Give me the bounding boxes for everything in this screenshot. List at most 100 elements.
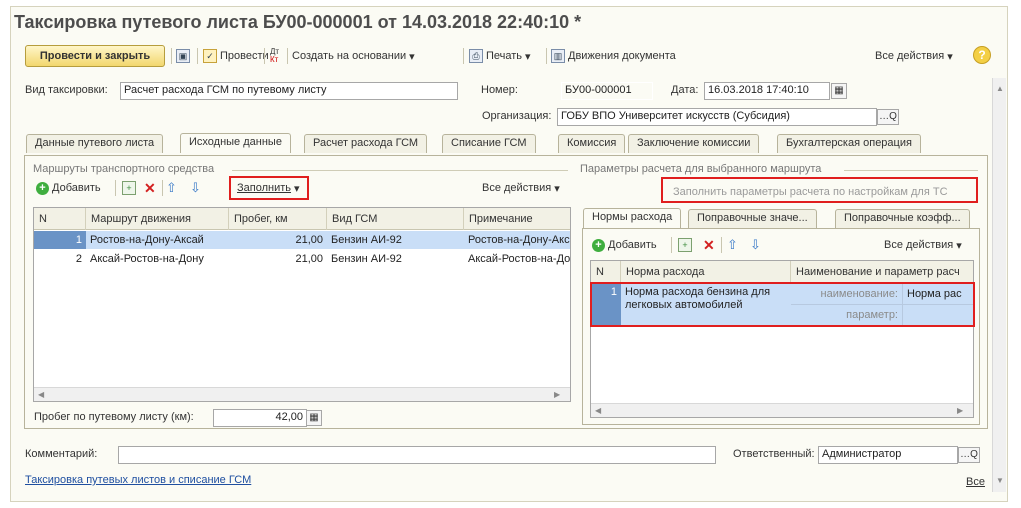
organization-field[interactable]: ГОБУ ВПО Университет искусств (Субсидия) [557,108,877,126]
comment-field[interactable] [118,446,716,464]
params-move-up-button[interactable]: ⇧ [727,236,738,254]
print-button[interactable]: ⎙ Печать ▾ [469,47,531,65]
total-mileage-field[interactable]: 42,00 [213,409,307,427]
subtab-consumption-norms[interactable]: Нормы расхода [583,208,682,228]
column-header[interactable]: Вид ГСМ [327,208,464,230]
fuel-writeoff-link[interactable]: Таксировка путевых листов и списание ГСМ [25,474,251,486]
tab-commission[interactable]: Комиссия [558,134,626,153]
scroll-left-icon[interactable]: ◀ [38,390,44,399]
scroll-down-icon[interactable]: ▼ [996,476,1004,485]
arrow-up-icon: ⇧ [727,237,738,252]
toolbar-separator [721,237,722,253]
arrow-down-icon: ⇩ [190,180,201,195]
subtab-correction-coeffs[interactable]: Поправочные коэфф... [835,209,970,228]
debit-credit-button[interactable]: Дт Кт [270,47,279,65]
save-button[interactable]: ▣ [176,47,190,65]
post-icon: ✓ [203,49,217,63]
routes-copy-button[interactable]: + [122,179,136,197]
number-label: Номер: [481,84,518,96]
toolbar-separator [463,48,464,64]
table-row[interactable]: 2 Аксай-Ростов-на-Дону 21,00 Бензин АИ-9… [34,250,570,268]
routes-delete-button[interactable]: ✕ [144,179,156,197]
scroll-up-icon[interactable]: ▲ [996,84,1004,93]
column-header[interactable]: Примечание [464,208,570,230]
chevron-down-icon: ▾ [554,182,560,195]
calendar-icon[interactable]: ▦ [831,83,847,99]
params-delete-button[interactable]: ✕ [703,236,715,254]
params-group-title: Параметры расчета для выбранного маршрут… [580,163,822,175]
type-field[interactable]: Расчет расхода ГСМ по путевому листу [120,82,458,100]
scroll-left-icon[interactable]: ◀ [595,406,601,415]
params-all-actions-button[interactable]: Все действия ▾ [884,236,962,254]
plus-icon: + [36,181,49,195]
window-title: Таксировка путевого листа БУ00-000001 от… [14,12,582,32]
document-movements-button[interactable]: ▥ Движения документа [551,47,676,65]
routes-move-down-button[interactable]: ⇩ [190,179,201,197]
column-header[interactable]: Пробег, км [229,208,327,230]
chevron-down-icon: ▾ [956,239,962,252]
responsible-label: Ответственный: [733,448,815,460]
tab-commission-conclusion[interactable]: Заключение комиссии [628,134,760,153]
column-header[interactable]: Наименование и параметр расч [791,261,973,283]
responsible-field[interactable]: Администратор [818,446,958,464]
column-header[interactable]: N [34,208,86,230]
routes-group-title: Маршруты транспортного средства [33,163,215,175]
chevron-down-icon: ▾ [409,50,415,63]
organization-search-button[interactable]: …Q [877,109,899,125]
route-cell: Аксай-Ростов-на-Дону [90,253,204,265]
copy-icon: + [122,181,136,195]
chevron-down-icon: ▾ [947,50,953,63]
copy-icon: + [678,238,692,252]
create-based-button[interactable]: Создать на основании ▾ [292,47,415,65]
post-and-close-button[interactable]: Провести и закрыть [25,45,165,67]
organization-label: Организация: [482,110,552,122]
note-cell: Аксай-Ростов-на-Дону [468,253,571,265]
routes-move-up-button[interactable]: ⇧ [166,179,177,197]
mileage-cell: 21,00 [295,253,323,265]
params-copy-button[interactable]: + [678,236,692,254]
save-icon: ▣ [176,49,190,63]
plus-icon: + [592,238,605,252]
column-header[interactable]: Норма расхода [621,261,791,283]
all-link[interactable]: Все [966,476,985,488]
row-number: 2 [75,253,82,265]
note-cell: Ростов-на-Дону-Аксай [468,234,571,246]
type-label: Вид таксировки: [25,84,108,96]
routes-grid-header: N Маршрут движения Пробег, км Вид ГСМ Пр… [34,208,570,230]
calculator-icon[interactable]: ▦ [306,410,322,426]
chevron-down-icon: ▾ [525,50,531,63]
debit-credit-icon: Дт Кт [270,47,280,64]
tab-fuel-writeoff[interactable]: Списание ГСМ [442,134,536,153]
routes-horizontal-scrollbar[interactable]: ◀ ▶ [34,387,570,401]
norms-horizontal-scrollbar[interactable]: ◀ ▶ [591,403,973,417]
tab-accounting-operation[interactable]: Бухгалтерская операция [777,134,921,153]
params-add-button[interactable]: + Добавить [592,236,657,254]
tab-fuel-calc[interactable]: Расчет расхода ГСМ [304,134,428,153]
responsible-search-button[interactable]: …Q [958,447,980,463]
date-field[interactable]: 16.03.2018 17:40:10 [704,82,830,100]
tab-waybill-data[interactable]: Данные путевого листа [26,134,164,153]
row-number: 1 [34,231,86,249]
table-row[interactable]: 1 Ростов-на-Дону-Аксай 21,00 Бензин АИ-9… [34,231,570,249]
toolbar-separator [546,48,547,64]
toolbar-separator [264,48,265,64]
fuel-cell: Бензин АИ-92 [331,253,402,265]
subtab-correction-values[interactable]: Поправочные значе... [688,209,817,228]
post-button[interactable]: ✓ Провести [203,47,269,65]
tab-source-data[interactable]: Исходные данные [180,133,291,153]
column-header[interactable]: N [591,261,621,283]
all-actions-button[interactable]: Все действия ▾ [875,47,953,65]
routes-all-actions-label: Все действия [482,182,552,194]
scroll-right-icon[interactable]: ▶ [957,406,963,415]
all-actions-label: Все действия [875,50,945,62]
toolbar-separator [162,180,163,196]
column-header[interactable]: Маршрут движения [86,208,229,230]
window-vertical-scrollbar[interactable]: ▲ ▼ [992,78,1006,492]
scroll-right-icon[interactable]: ▶ [554,390,560,399]
help-button[interactable]: ? [973,46,991,64]
number-field[interactable]: БУ00-000001 [561,82,653,100]
params-move-down-button[interactable]: ⇩ [750,236,761,254]
routes-add-button[interactable]: + Добавить [36,179,101,197]
group-divider [844,170,978,171]
routes-all-actions-button[interactable]: Все действия ▾ [482,179,560,197]
